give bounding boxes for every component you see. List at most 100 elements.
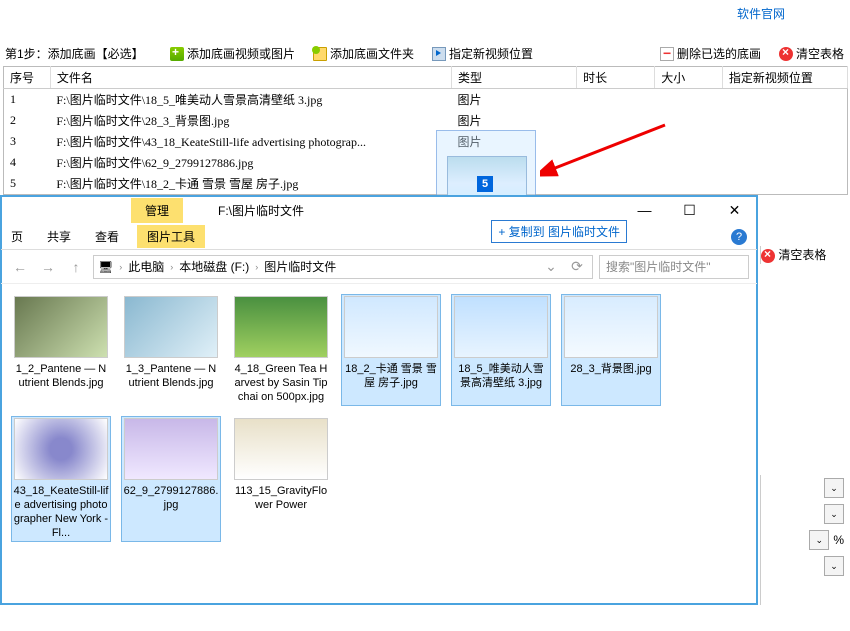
delete-label: 删除已选的底画	[677, 45, 761, 62]
explorer-titlebar: 管理 F:\图片临时文件 — ☐ ✕	[1, 196, 757, 224]
file-name: 4_18_Green Tea Harvest by Sasin Tipchai …	[233, 362, 329, 404]
file-item[interactable]: 113_15_GravityFlower Power	[231, 416, 331, 542]
col-size[interactable]: 大小	[655, 67, 723, 89]
annotation-arrow	[540, 120, 670, 180]
picture-tools-tab[interactable]: 图片工具	[137, 225, 205, 248]
clear-label: 清空表格	[796, 45, 844, 62]
nav-fwd[interactable]: →	[37, 256, 59, 278]
file-name: 1_2_Pantene — Nutrient Blends.jpg	[13, 362, 109, 390]
file-item[interactable]: 1_2_Pantene — Nutrient Blends.jpg	[11, 294, 111, 406]
minimize-button[interactable]: —	[622, 196, 667, 224]
set-pos-label: 指定新视频位置	[449, 45, 533, 62]
delete-selected-button[interactable]: 删除已选的底画	[660, 45, 761, 62]
nav-up[interactable]: ↑	[65, 256, 87, 278]
refresh-icon[interactable]: ⟳	[566, 256, 588, 278]
breadcrumb-seg[interactable]: 此电脑	[128, 258, 164, 275]
thumbnail	[454, 296, 548, 358]
folder-icon	[313, 47, 327, 61]
file-item[interactable]: 1_3_Pantene — Nutrient Blends.jpg	[121, 294, 221, 406]
file-item[interactable]: 18_2_卡通 雪景 雪屋 房子.jpg	[341, 294, 441, 406]
add-media-button[interactable]: 添加底画视频或图片	[170, 45, 295, 62]
file-item[interactable]: 62_9_2799127886.jpg	[121, 416, 221, 542]
nav-back[interactable]: ←	[9, 256, 31, 278]
menu-view[interactable]: 页	[11, 228, 23, 245]
table-row[interactable]: 2F:\图片临时文件\28_3_背景图.jpg图片	[4, 110, 848, 131]
add-folder-label: 添加底画文件夹	[330, 45, 414, 62]
manage-tab[interactable]: 管理	[131, 198, 183, 223]
add-media-label: 添加底画视频或图片	[187, 45, 295, 62]
drag-count-badge: 5	[477, 176, 493, 192]
clear-table-button[interactable]: 清空表格	[779, 45, 844, 62]
explorer-menubar: 页 共享 查看 图片工具 + 复制到 图片临时文件 ?	[1, 224, 757, 250]
file-item[interactable]: 28_3_背景图.jpg	[561, 294, 661, 406]
table-row[interactable]: 1F:\图片临时文件\18_5_唯美动人雪景高清壁纸 3.jpg图片	[4, 89, 848, 111]
clear-icon	[761, 249, 775, 263]
explorer-addressbar: ← → ↑ 🖥 › 此电脑 › 本地磁盘 (F:) › 图片临时文件 ⌄ ⟳ 搜…	[1, 250, 757, 284]
pc-icon: 🖥	[98, 260, 113, 274]
right-clear-fragment: 清空表格	[760, 246, 850, 264]
percent-label: %	[833, 533, 844, 547]
plus-icon	[170, 47, 184, 61]
address-box[interactable]: 🖥 › 此电脑 › 本地磁盘 (F:) › 图片临时文件 ⌄ ⟳	[93, 255, 593, 279]
clear-icon	[779, 47, 793, 61]
thumbnail	[234, 418, 328, 480]
right-controls-fragment: ⌄ ⌄ ⌄% ⌄	[760, 475, 850, 605]
dropdown[interactable]: ⌄	[809, 530, 829, 550]
toolbar-right: 删除已选的底画 清空表格	[660, 45, 844, 62]
delete-icon	[660, 47, 674, 61]
table-row[interactable]: 3F:\图片临时文件\43_18_KeateStill-life adverti…	[4, 131, 848, 152]
col-name[interactable]: 文件名	[50, 67, 451, 89]
dropdown[interactable]: ⌄	[824, 556, 844, 576]
thumbnail	[344, 296, 438, 358]
thumbnail	[234, 296, 328, 358]
chevron-right-icon: ›	[255, 262, 258, 272]
breadcrumb-seg[interactable]: 图片临时文件	[264, 258, 336, 275]
explorer-window: 管理 F:\图片临时文件 — ☐ ✕ 页 共享 查看 图片工具 + 复制到 图片…	[0, 195, 758, 605]
dropdown[interactable]: ⌄	[824, 504, 844, 524]
file-item[interactable]: 4_18_Green Tea Harvest by Sasin Tipchai …	[231, 294, 331, 406]
file-item[interactable]: 18_5_唯美动人雪景高清壁纸 3.jpg	[451, 294, 551, 406]
col-pos[interactable]: 指定新视频位置	[722, 67, 847, 89]
addr-dropdown[interactable]: ⌄	[540, 256, 562, 278]
file-item[interactable]: 43_18_KeateStill-life advertising photog…	[11, 416, 111, 542]
table-header-row: 序号 文件名 类型 时长 大小 指定新视频位置	[4, 67, 848, 89]
step-label: 第1步：添加底画【必选】	[5, 45, 144, 62]
thumbnail	[564, 296, 658, 358]
file-grid: 1_2_Pantene — Nutrient Blends.jpg 1_3_Pan…	[1, 284, 757, 584]
toolbar-left: 添加底画视频或图片 添加底画文件夹 指定新视频位置	[170, 45, 533, 62]
col-type[interactable]: 类型	[452, 67, 577, 89]
right-clear-label[interactable]: 清空表格	[778, 248, 826, 262]
chevron-right-icon: ›	[119, 262, 122, 272]
help-icon[interactable]: ?	[731, 229, 747, 245]
thumbnail	[124, 418, 218, 480]
thumbnail	[14, 296, 108, 358]
menu-look[interactable]: 查看	[95, 228, 119, 245]
col-dur[interactable]: 时长	[577, 67, 655, 89]
file-name: 113_15_GravityFlower Power	[233, 484, 329, 512]
file-name: 18_5_唯美动人雪景高清壁纸 3.jpg	[453, 362, 549, 390]
table-row[interactable]: 5F:\图片临时文件\18_2_卡通 雪景 雪屋 房子.jpg图片	[4, 173, 848, 195]
maximize-button[interactable]: ☐	[667, 196, 712, 224]
file-name: 1_3_Pantene — Nutrient Blends.jpg	[123, 362, 219, 390]
add-folder-button[interactable]: 添加底画文件夹	[313, 45, 414, 62]
top-link[interactable]: 软件官网	[737, 5, 785, 22]
video-icon	[432, 47, 446, 61]
window-title: F:\图片临时文件	[198, 202, 304, 219]
chevron-right-icon: ›	[170, 262, 173, 272]
thumbnail	[124, 296, 218, 358]
close-button[interactable]: ✕	[712, 196, 757, 224]
table-row[interactable]: 4F:\图片临时文件\62_9_2799127886.jpg图片	[4, 152, 848, 173]
file-name: 28_3_背景图.jpg	[570, 362, 651, 376]
menu-share[interactable]: 共享	[47, 228, 71, 245]
file-name: 43_18_KeateStill-life advertising photog…	[13, 484, 109, 540]
file-name: 62_9_2799127886.jpg	[123, 484, 219, 512]
col-idx[interactable]: 序号	[4, 67, 51, 89]
file-table: 序号 文件名 类型 时长 大小 指定新视频位置 1F:\图片临时文件\18_5_…	[3, 66, 848, 195]
copy-hint: + 复制到 图片临时文件	[491, 220, 627, 243]
breadcrumb-seg[interactable]: 本地磁盘 (F:)	[179, 258, 249, 275]
dropdown[interactable]: ⌄	[824, 478, 844, 498]
search-input[interactable]: 搜索"图片临时文件"	[599, 255, 749, 279]
set-video-pos-button[interactable]: 指定新视频位置	[432, 45, 533, 62]
thumbnail	[14, 418, 108, 480]
file-name: 18_2_卡通 雪景 雪屋 房子.jpg	[343, 362, 439, 390]
